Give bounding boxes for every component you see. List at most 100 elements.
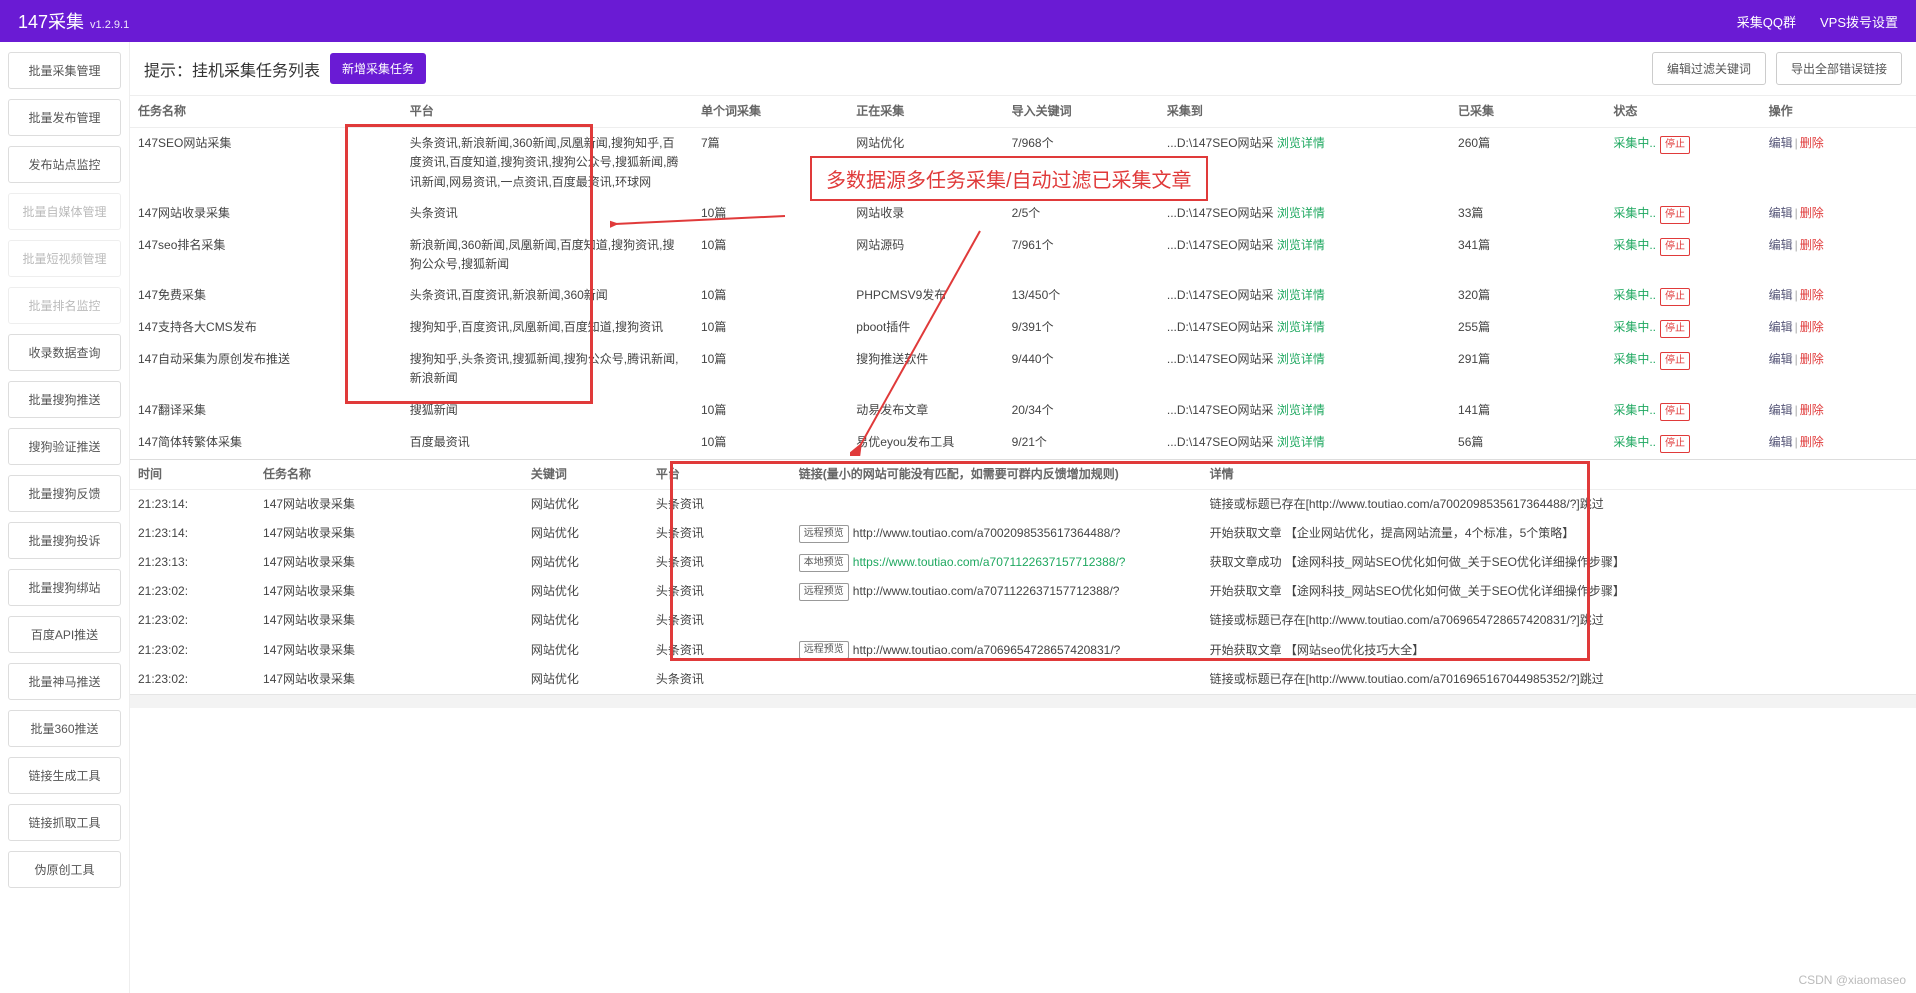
sidebar-item-2[interactable]: 发布站点监控	[8, 146, 121, 183]
cell-log-detail: 获取文章成功 【途网科技_网站SEO优化如何做_关于SEO优化详细操作步骤】	[1202, 548, 1916, 577]
sidebar-item-10[interactable]: 批量搜狗投诉	[8, 522, 121, 559]
cell-to: ...D:\147SEO网站采 浏览详情	[1159, 427, 1450, 459]
delete-button[interactable]: 删除	[1800, 352, 1824, 366]
edit-filter-button[interactable]: 编辑过滤关键词	[1652, 52, 1766, 85]
edit-button[interactable]: 编辑	[1769, 288, 1793, 302]
stop-button[interactable]: 停止	[1660, 403, 1690, 421]
cell-log-platform: 头条资讯	[648, 489, 791, 519]
cell-ops: 编辑|删除	[1761, 312, 1916, 344]
toolbar-tip: 提示：挂机采集任务列表	[144, 57, 320, 81]
browse-detail-link[interactable]: 浏览详情	[1277, 403, 1325, 417]
cell-collected: 33篇	[1450, 198, 1605, 230]
browse-detail-link[interactable]: 浏览详情	[1277, 320, 1325, 334]
remote-preview-tag[interactable]: 远程预览	[799, 641, 849, 659]
cell-to: ...D:\147SEO网站采 浏览详情	[1159, 198, 1450, 230]
stop-button[interactable]: 停止	[1660, 320, 1690, 338]
edit-button[interactable]: 编辑	[1769, 403, 1793, 417]
remote-preview-tag[interactable]: 远程预览	[799, 525, 849, 543]
sidebar-item-17[interactable]: 伪原创工具	[8, 851, 121, 888]
sidebar-item-0[interactable]: 批量采集管理	[8, 52, 121, 89]
cell-platform: 搜狗知乎,头条资讯,搜狐新闻,搜狗公众号,腾讯新闻,新浪新闻	[402, 344, 693, 394]
cell-platform: 头条资讯,新浪新闻,360新闻,凤凰新闻,搜狗知乎,百度资讯,百度知道,搜狗资讯…	[402, 128, 693, 198]
export-errors-button[interactable]: 导出全部错误链接	[1776, 52, 1902, 85]
stop-button[interactable]: 停止	[1660, 288, 1690, 306]
edit-button[interactable]: 编辑	[1769, 136, 1793, 150]
edit-button[interactable]: 编辑	[1769, 238, 1793, 252]
stop-button[interactable]: 停止	[1660, 435, 1690, 453]
browse-detail-link[interactable]: 浏览详情	[1277, 352, 1325, 366]
sidebar-item-14[interactable]: 批量360推送	[8, 710, 121, 747]
status-tag: 采集中..	[1613, 352, 1656, 366]
cell-log-keyword: 网站优化	[523, 489, 648, 519]
horizontal-scrollbar[interactable]	[130, 694, 1916, 708]
browse-detail-link[interactable]: 浏览详情	[1277, 136, 1325, 150]
cell-to: ...D:\147SEO网站采 浏览详情	[1159, 280, 1450, 312]
edit-button[interactable]: 编辑	[1769, 352, 1793, 366]
cell-log-task: 147网站收录采集	[255, 577, 523, 606]
remote-preview-tag[interactable]: 远程预览	[799, 583, 849, 601]
browse-detail-link[interactable]: 浏览详情	[1277, 206, 1325, 220]
sidebar-item-12[interactable]: 百度API推送	[8, 616, 121, 653]
cell-log-detail: 链接或标题已存在[http://www.toutiao.com/a7002098…	[1202, 489, 1916, 519]
cell-ops: 编辑|删除	[1761, 427, 1916, 459]
cell-time: 21:23:13:	[130, 548, 255, 577]
sidebar-item-6[interactable]: 收录数据查询	[8, 334, 121, 371]
vps-settings-link[interactable]: VPS拨号设置	[1820, 12, 1898, 31]
delete-button[interactable]: 删除	[1800, 206, 1824, 220]
edit-button[interactable]: 编辑	[1769, 320, 1793, 334]
sidebar-item-9[interactable]: 批量搜狗反馈	[8, 475, 121, 512]
delete-button[interactable]: 删除	[1800, 435, 1824, 449]
cell-log-link: 远程预览http://www.toutiao.com/a700209853561…	[791, 519, 1202, 548]
sidebar-item-13[interactable]: 批量神马推送	[8, 663, 121, 700]
cell-time: 21:23:02:	[130, 606, 255, 635]
th-log-task: 任务名称	[255, 460, 523, 490]
cell-log-platform: 头条资讯	[648, 548, 791, 577]
browse-detail-link[interactable]: 浏览详情	[1277, 435, 1325, 449]
qq-group-link[interactable]: 采集QQ群	[1737, 12, 1796, 31]
cell-ops: 编辑|删除	[1761, 128, 1916, 198]
sidebar-item-16[interactable]: 链接抓取工具	[8, 804, 121, 841]
th-log-detail: 详情	[1202, 460, 1916, 490]
stop-button[interactable]: 停止	[1660, 352, 1690, 370]
delete-button[interactable]: 删除	[1800, 136, 1824, 150]
delete-button[interactable]: 删除	[1800, 238, 1824, 252]
delete-button[interactable]: 删除	[1800, 320, 1824, 334]
log-link-text: http://www.toutiao.com/a7071122637157712…	[853, 584, 1120, 598]
cell-collected: 320篇	[1450, 280, 1605, 312]
sidebar-item-15[interactable]: 链接生成工具	[8, 757, 121, 794]
cell-log-keyword: 网站优化	[523, 665, 648, 694]
delete-button[interactable]: 删除	[1800, 403, 1824, 417]
sidebar: 批量采集管理批量发布管理发布站点监控批量自媒体管理批量短视频管理批量排名监控收录…	[0, 42, 130, 993]
log-table-wrap: 时间 任务名称 关键词 平台 链接(量小的网站可能没有匹配，如需要可群内反馈增加…	[130, 459, 1916, 709]
browse-detail-link[interactable]: 浏览详情	[1277, 238, 1325, 252]
th-to: 采集到	[1159, 96, 1450, 128]
stop-button[interactable]: 停止	[1660, 136, 1690, 154]
task-row: 147自动采集为原创发布推送搜狗知乎,头条资讯,搜狐新闻,搜狗公众号,腾讯新闻,…	[130, 344, 1916, 394]
log-row: 21:23:14:147网站收录采集网站优化头条资讯远程预览http://www…	[130, 519, 1916, 548]
task-table-wrap: 多数据源多任务采集/自动过滤已采集文章 任务名称 平台 单个词采集 正在采集 导…	[130, 96, 1916, 459]
edit-button[interactable]: 编辑	[1769, 206, 1793, 220]
delete-button[interactable]: 删除	[1800, 288, 1824, 302]
browse-detail-link[interactable]: 浏览详情	[1277, 288, 1325, 302]
cell-name: 147网站收录采集	[130, 198, 402, 230]
edit-button[interactable]: 编辑	[1769, 435, 1793, 449]
sidebar-item-1[interactable]: 批量发布管理	[8, 99, 121, 136]
cell-log-platform: 头条资讯	[648, 606, 791, 635]
local-preview-tag[interactable]: 本地预览	[799, 554, 849, 572]
sidebar-item-11[interactable]: 批量搜狗绑站	[8, 569, 121, 606]
stop-button[interactable]: 停止	[1660, 206, 1690, 224]
cell-collected: 260篇	[1450, 128, 1605, 198]
cell-collecting: 网站收录	[848, 198, 1003, 230]
stop-button[interactable]: 停止	[1660, 238, 1690, 256]
cell-name: 147简体转繁体采集	[130, 427, 402, 459]
cell-log-platform: 头条资讯	[648, 665, 791, 694]
cell-collected: 291篇	[1450, 344, 1605, 394]
sidebar-item-8[interactable]: 搜狗验证推送	[8, 428, 121, 465]
cell-log-detail: 开始获取文章 【网站seo优化技巧大全】	[1202, 636, 1916, 665]
th-task-name: 任务名称	[130, 96, 402, 128]
new-task-button[interactable]: 新增采集任务	[330, 53, 426, 84]
cell-single: 10篇	[693, 230, 848, 280]
cell-collected: 141篇	[1450, 395, 1605, 427]
log-row: 21:23:13:147网站收录采集网站优化头条资讯本地预览https://ww…	[130, 548, 1916, 577]
sidebar-item-7[interactable]: 批量搜狗推送	[8, 381, 121, 418]
